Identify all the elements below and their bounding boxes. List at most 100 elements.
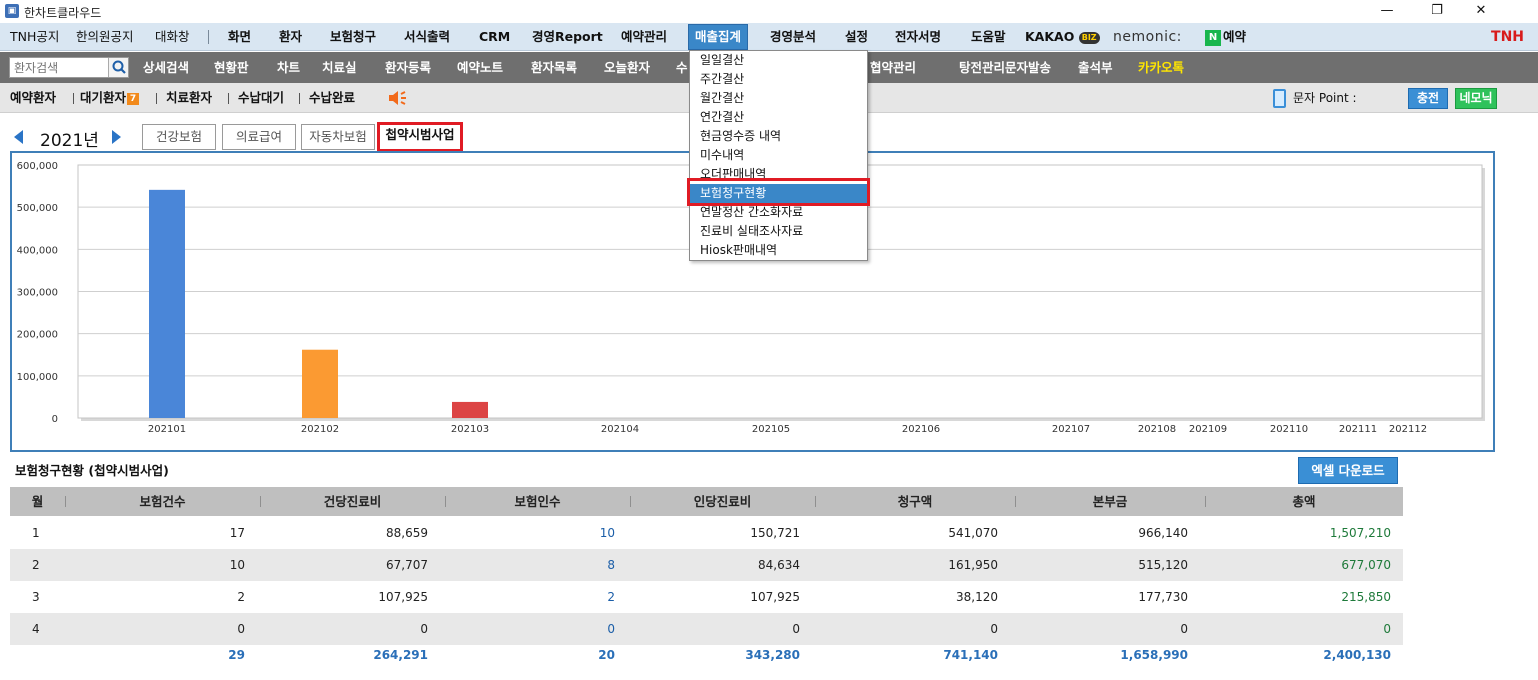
- menu-insurance-claim[interactable]: 보험청구: [330, 23, 376, 51]
- excel-download-button[interactable]: 엑셀 다운로드: [1298, 457, 1398, 484]
- naver-icon: N: [1205, 29, 1221, 46]
- toolbar-detail-search[interactable]: 상세검색: [143, 52, 189, 83]
- status-divider: [228, 93, 229, 104]
- patient-search-input[interactable]: [10, 58, 108, 77]
- status-waiting-patients[interactable]: 대기환자 7: [80, 83, 140, 113]
- menu-clinic-notice[interactable]: 한의원공지: [76, 23, 134, 51]
- tab-health-insurance[interactable]: 건강보험: [142, 124, 216, 150]
- x-tick-label: 202108: [1138, 424, 1176, 435]
- status-treatment-patients[interactable]: 치료환자: [166, 83, 212, 113]
- table-cell: 10: [229, 558, 245, 572]
- status-reserved-patients[interactable]: 예약환자: [10, 83, 56, 113]
- x-tick-label: 202102: [301, 424, 339, 435]
- header-cost-per-person[interactable]: 인당진료비: [630, 487, 815, 516]
- toolbar-send-sms[interactable]: 문자발송: [1005, 52, 1051, 83]
- dropdown-item[interactable]: 현금영수증 내역: [690, 127, 867, 146]
- tab-auto-insurance[interactable]: 자동차보험: [301, 124, 375, 150]
- table-row[interactable]: 2 10 67,707 8 84,634 161,950 515,120 677,070: [10, 549, 1403, 581]
- toolbar-patient-list[interactable]: 환자목록: [531, 52, 577, 83]
- header-total[interactable]: 총액: [1205, 487, 1403, 516]
- menu-e-signature[interactable]: 전자서명: [895, 23, 941, 51]
- patient-search: [9, 57, 129, 78]
- next-year-icon[interactable]: [112, 130, 121, 144]
- toolbar-today-patients[interactable]: 오늘환자: [604, 52, 650, 83]
- dropdown-item[interactable]: 진료비 실태조사자료: [690, 222, 867, 241]
- table-row[interactable]: 1 17 88,659 10 150,721 541,070 966,140 1,507,21…: [10, 517, 1403, 549]
- header-separator: [1015, 496, 1016, 507]
- y-tick-label: 300,000: [17, 288, 58, 299]
- table-cell: 966,140: [1138, 526, 1188, 540]
- menu-management-report[interactable]: 경영Report: [532, 23, 603, 51]
- menu-help[interactable]: 도움말: [971, 23, 1006, 51]
- dropdown-item[interactable]: 주간결산: [690, 70, 867, 89]
- table-cell: 17: [229, 526, 245, 540]
- menu-kakao-biz[interactable]: KAKAO BIZ: [1025, 23, 1100, 51]
- header-cost-per-case[interactable]: 건당진료비: [260, 487, 445, 516]
- header-insured-count[interactable]: 보험인수: [445, 487, 630, 516]
- dropdown-item[interactable]: Hiosk판매내역: [690, 241, 867, 260]
- nemonic-button[interactable]: 네모닉: [1455, 88, 1497, 109]
- previous-year-icon[interactable]: [14, 130, 23, 144]
- header-separator: [260, 496, 261, 507]
- tab-medical-aid[interactable]: 의료급여: [222, 124, 296, 150]
- header-claim-count[interactable]: 보험건수: [65, 487, 260, 516]
- x-tick-label: 202107: [1052, 424, 1090, 435]
- bar-202102: [302, 349, 338, 418]
- menu-screen[interactable]: 화면: [228, 23, 251, 51]
- dropdown-item[interactable]: 월간결산: [690, 89, 867, 108]
- selection-highlight-box: [687, 178, 870, 206]
- waiting-patients-label: 대기환자: [80, 90, 127, 105]
- bar-202103: [452, 401, 488, 418]
- dropdown-item[interactable]: 미수내역: [690, 146, 867, 165]
- menu-naver-reservation[interactable]: N 예약: [1205, 23, 1246, 51]
- header-claim-amount[interactable]: 청구액: [815, 487, 1015, 516]
- toolbar-chart[interactable]: 차트: [277, 52, 300, 83]
- toolbar-attendance[interactable]: 출석부: [1078, 52, 1113, 83]
- toolbar-treatment-room[interactable]: 치료실: [322, 52, 357, 83]
- toolbar-reservation-note[interactable]: 예약노트: [457, 52, 503, 83]
- dropdown-item[interactable]: 일일결산: [690, 51, 867, 70]
- table-total-cell: 29: [228, 648, 245, 662]
- menu-nemonic[interactable]: nemonic:: [1113, 23, 1182, 51]
- toolbar-kakaotalk[interactable]: 카카오톡: [1138, 52, 1184, 83]
- menu-bar: TNH공지 한의원공지 대화창 화면 환자 보험청구 서식출력 CRM 경영Re…: [0, 23, 1538, 51]
- status-divider: [73, 93, 74, 104]
- table-row[interactable]: 3 2 107,925 2 107,925 38,120 177,730 215,850: [10, 581, 1403, 613]
- table-cell: 515,120: [1138, 558, 1188, 572]
- minimize-button[interactable]: —: [1372, 2, 1402, 20]
- menu-settings[interactable]: 설정: [845, 23, 868, 51]
- search-button[interactable]: [108, 58, 128, 77]
- menu-management-analysis[interactable]: 경영분석: [770, 23, 816, 51]
- toolbar-status-board[interactable]: 현황판: [214, 52, 249, 83]
- tab-herbal-pilot-project[interactable]: 첩약시범사업: [377, 122, 463, 152]
- menu-crm[interactable]: CRM: [479, 23, 510, 51]
- close-button[interactable]: ✕: [1466, 2, 1496, 20]
- table-cell: 8: [607, 558, 615, 572]
- header-separator: [445, 496, 446, 507]
- table-cell: 541,070: [948, 526, 998, 540]
- sales-summary-dropdown: 일일결산 주간결산 월간결산 연간결산 현금영수증 내역 미수내역 오더판매내역 보험청구현황…: [689, 50, 868, 261]
- toolbar-hidden-item[interactable]: 수: [676, 52, 688, 83]
- header-copayment[interactable]: 본부금: [1015, 487, 1205, 516]
- table-cell: 38,120: [956, 590, 998, 604]
- toolbar-agreement-management[interactable]: 협약관리: [870, 52, 916, 83]
- header-month[interactable]: 월: [10, 487, 65, 516]
- x-tick-label: 202101: [148, 424, 186, 435]
- x-tick-label: 202104: [601, 424, 639, 435]
- sms-point-label: 문자 Point :: [1293, 91, 1357, 105]
- menu-chat[interactable]: 대화창: [155, 23, 190, 51]
- menu-tnh-notice[interactable]: TNH공지: [10, 23, 59, 51]
- status-payment-complete[interactable]: 수납완료: [309, 83, 355, 113]
- menu-sales-summary[interactable]: 매출집계: [688, 24, 749, 50]
- menu-form-print[interactable]: 서식출력: [404, 23, 450, 51]
- charge-button[interactable]: 충전: [1408, 88, 1448, 109]
- speaker-icon[interactable]: [388, 90, 408, 106]
- menu-reservation[interactable]: 예약관리: [621, 23, 667, 51]
- dropdown-item[interactable]: 연간결산: [690, 108, 867, 127]
- status-awaiting-payment[interactable]: 수납대기: [238, 83, 284, 113]
- menu-patient[interactable]: 환자: [279, 23, 302, 51]
- table-cell: 3: [32, 590, 40, 604]
- toolbar-patient-register[interactable]: 환자등록: [385, 52, 431, 83]
- toolbar-decoction-management[interactable]: 탕전관리: [959, 52, 1005, 83]
- maximize-button[interactable]: ❐: [1422, 2, 1452, 20]
